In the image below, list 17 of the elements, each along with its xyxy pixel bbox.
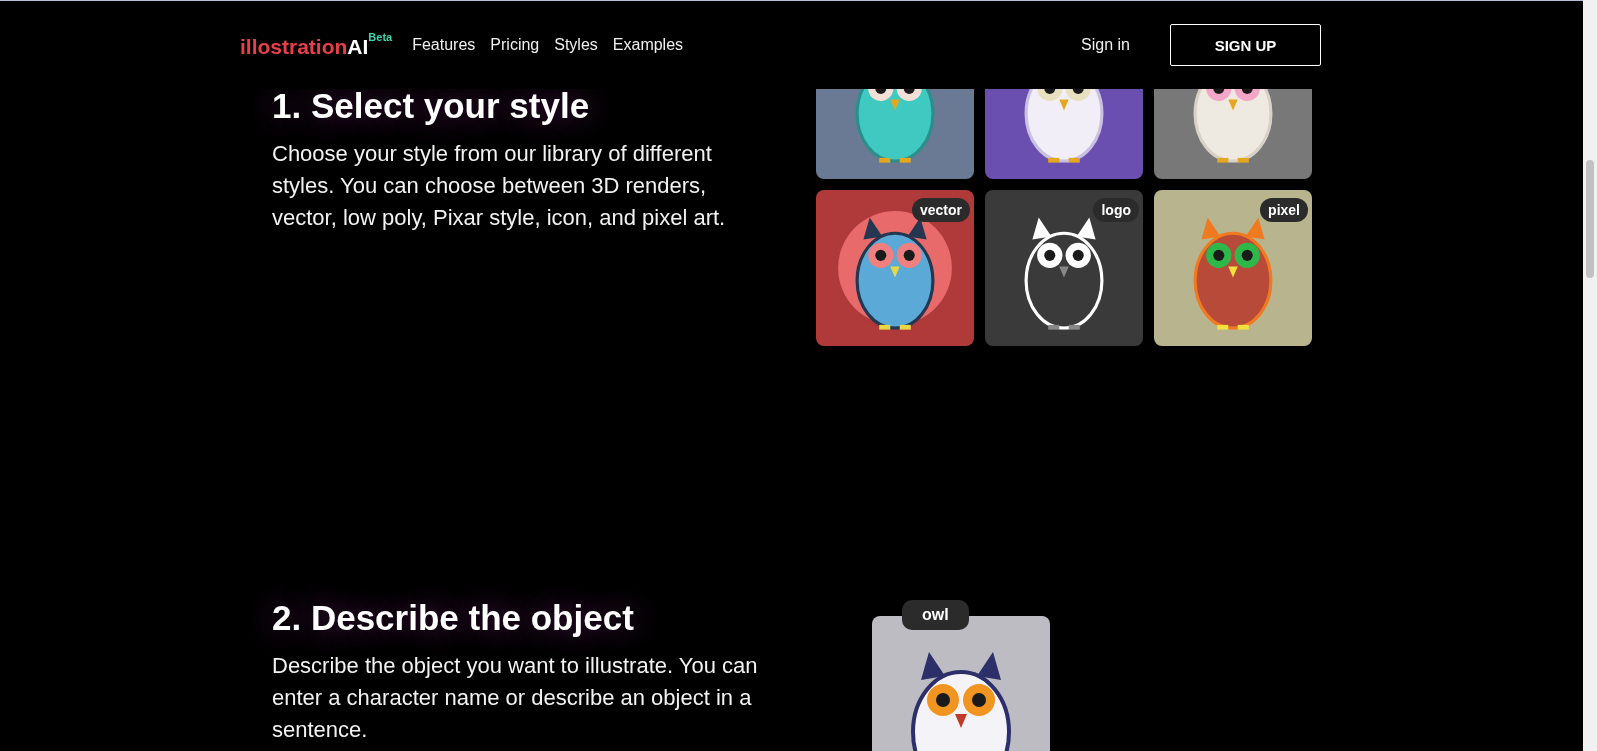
section-text: Describe the object you want to illustrate. You can enter a character name or describe an object in a sentence. [272,652,759,744]
style-tag: vector [911,198,970,222]
section-text: Choose your style from our library of different styles. You can choose between 3D renders, vector, low poly, Pixar style, icon, and pixel art. [272,140,727,232]
style-tag: pixel [1260,198,1308,222]
style-tag: logo [1093,198,1139,222]
nav-link[interactable]: Features [412,36,476,54]
sign-in-link[interactable]: Sign in [1081,36,1130,54]
scrollbar-thumb[interactable] [1586,160,1594,278]
section-heading: 1. Select your style [272,89,591,125]
style-tag: owl [902,600,969,630]
scrollbar[interactable] [1583,0,1597,751]
sign-up-button[interactable]: SIGN UP [1170,24,1321,66]
logo[interactable]: illostrationAI$^{Beta}$ [240,35,393,59]
nav-link[interactable]: Styles [554,36,598,54]
section-heading: 2. Describe the object [272,599,635,637]
nav-link[interactable]: Examples [612,36,684,54]
nav-link[interactable]: Pricing [490,36,540,54]
